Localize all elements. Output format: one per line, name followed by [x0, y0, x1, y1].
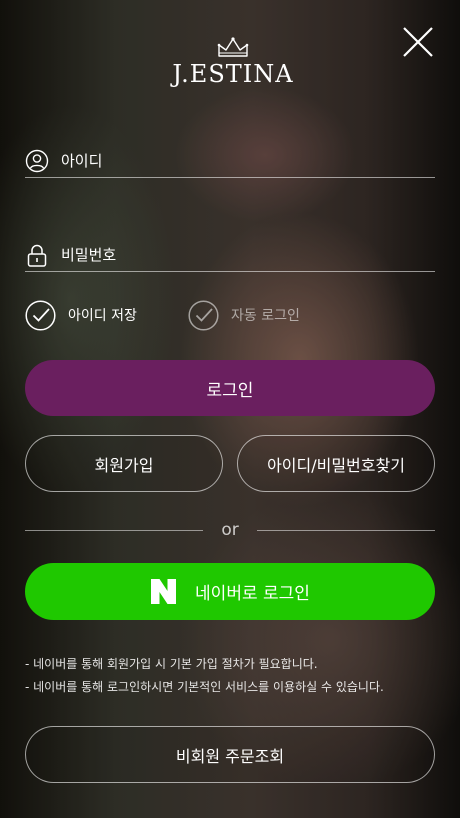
note-line: - 네이버를 통해 로그인하시면 기본적인 서비스를 이용하실 수 있습니다.: [25, 680, 384, 694]
divider-line: [25, 529, 204, 531]
naver-notes: - 네이버를 통해 회원가입 시 기본 가입 절차가 필요합니다. - 네이버를…: [25, 653, 445, 699]
close-icon: [403, 27, 433, 57]
note-line: - 네이버를 통해 회원가입 시 기본 가입 절차가 필요합니다.: [25, 657, 318, 671]
id-field-label: 아이디: [61, 152, 103, 170]
naver-login-button[interactable]: 네이버로 로그인: [25, 563, 435, 620]
join-button[interactable]: 회원가입: [25, 435, 223, 492]
divider-text: or: [221, 520, 239, 540]
auto-login-checkbox[interactable]: 자동 로그인: [188, 299, 300, 331]
user-icon: [25, 149, 49, 172]
save-id-checkbox[interactable]: 아이디 저장: [25, 299, 137, 331]
password-field[interactable]: 비밀번호: [25, 238, 435, 272]
lock-icon: [27, 244, 47, 267]
divider-line: [256, 529, 436, 531]
password-field-label: 비밀번호: [61, 246, 117, 264]
brand-logo: J.ESTINA: [160, 36, 306, 96]
find-account-button[interactable]: 아이디/비밀번호찾기: [237, 435, 435, 492]
login-button[interactable]: 로그인: [25, 360, 435, 416]
auto-login-label: 자동 로그인: [231, 308, 300, 324]
close-button[interactable]: [400, 24, 436, 60]
or-divider: or: [25, 520, 436, 540]
naver-icon: [151, 579, 177, 604]
crown-icon: [217, 37, 249, 57]
id-field[interactable]: 아이디: [25, 144, 435, 178]
naver-login-label: 네이버로 로그인: [195, 584, 310, 604]
brand-logo-text: J.ESTINA: [172, 60, 294, 88]
guest-order-button[interactable]: 비회원 주문조회: [25, 726, 435, 783]
check-circle-icon: [188, 299, 219, 331]
check-circle-icon: [25, 299, 56, 331]
save-id-label: 아이디 저장: [68, 308, 137, 324]
